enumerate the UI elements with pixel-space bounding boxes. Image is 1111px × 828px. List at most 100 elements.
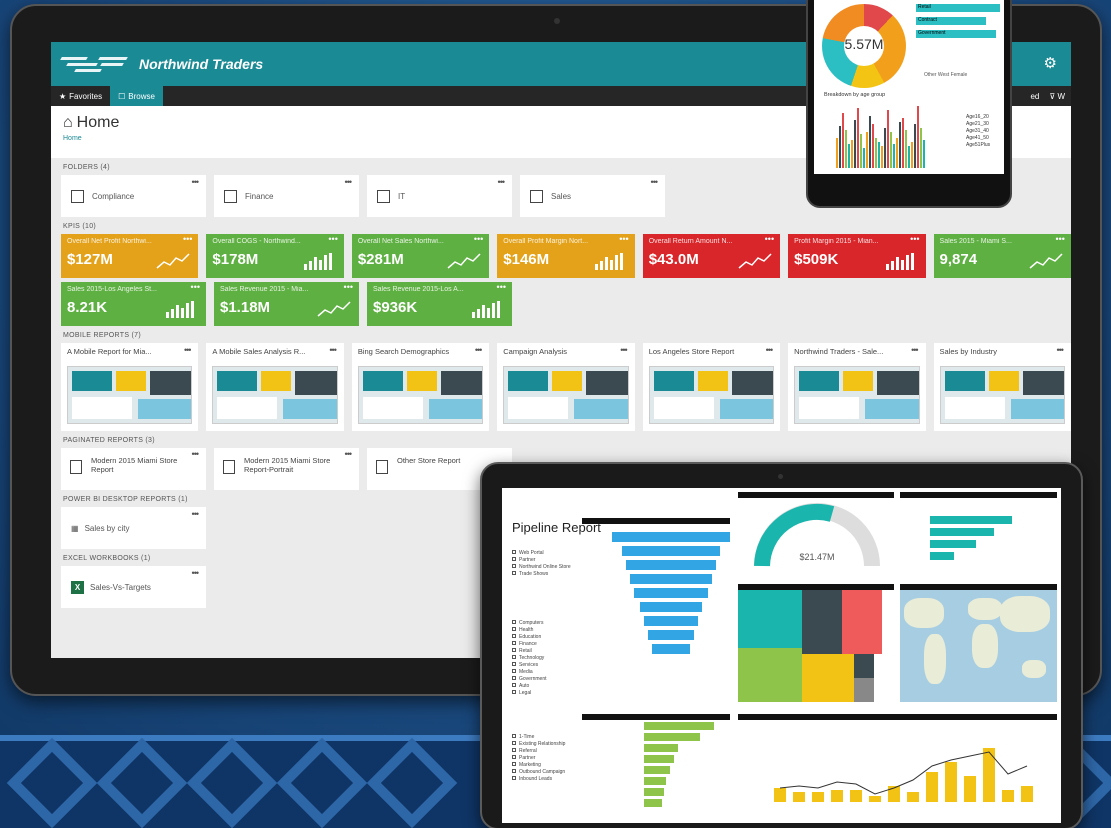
folder-tile[interactable]: Finance ••• — [214, 175, 359, 217]
checkbox-icon[interactable] — [512, 734, 516, 738]
more-icon[interactable]: ••• — [344, 282, 353, 292]
mobile-report-tile[interactable]: Northwind Traders - Sale... ••• — [788, 343, 926, 431]
slicer-item[interactable]: Legal — [512, 690, 547, 697]
slicer-item[interactable]: Services — [512, 662, 547, 669]
slicer-item[interactable]: Existing Relationship — [512, 741, 565, 748]
more-icon[interactable]: ••• — [619, 234, 628, 244]
more-icon[interactable]: ••• — [766, 345, 774, 355]
mobile-report-tile[interactable]: Los Angeles Store Report ••• — [642, 343, 781, 431]
more-icon[interactable]: ••• — [497, 282, 506, 292]
slicer-item[interactable]: Northwind Online Store — [512, 564, 571, 571]
filter-icon[interactable]: ⊽ W — [1049, 92, 1065, 101]
slicer-item[interactable]: Retail — [512, 648, 547, 655]
kpi-tile[interactable]: Sales 2015 - Miami S... 9,874 ••• — [933, 234, 1071, 278]
kpi-tile[interactable]: Sales Revenue 2015-Los A... $936K ••• — [367, 282, 512, 326]
slicer-item[interactable]: Education — [512, 634, 547, 641]
checkbox-icon[interactable] — [512, 564, 516, 568]
slicer-item[interactable]: Finance — [512, 641, 547, 648]
checkbox-icon[interactable] — [512, 683, 516, 687]
more-icon[interactable]: ••• — [620, 345, 628, 355]
more-icon[interactable]: ••• — [192, 177, 200, 187]
more-icon[interactable]: ••• — [192, 450, 200, 459]
slicer-item[interactable]: Web Portal — [512, 550, 571, 557]
more-icon[interactable]: ••• — [345, 177, 353, 187]
more-icon[interactable]: ••• — [328, 234, 337, 244]
slicer-item[interactable]: Trade Shows — [512, 571, 571, 578]
kpi-tile[interactable]: Overall Profit Margin Nort... $146M ••• — [497, 234, 635, 278]
excel-workbook-tile[interactable]: X Sales-Vs-Targets ••• — [61, 566, 206, 608]
kpi-tile[interactable]: Profit Margin 2015 - Mian... $509K ••• — [788, 234, 926, 278]
slicer-item[interactable]: Government — [512, 676, 547, 683]
nav-browse[interactable]: ☐ Browse — [110, 86, 163, 106]
checkbox-icon[interactable] — [512, 762, 516, 766]
checkbox-icon[interactable] — [512, 690, 516, 694]
checkbox-icon[interactable] — [512, 669, 516, 673]
more-icon[interactable]: ••• — [184, 345, 192, 355]
slicer-item[interactable]: Marketing — [512, 762, 565, 769]
slicer-item[interactable]: Referral — [512, 748, 565, 755]
more-icon[interactable]: ••• — [183, 234, 192, 244]
checkbox-icon[interactable] — [512, 676, 516, 680]
checkbox-icon[interactable] — [512, 634, 516, 638]
checkbox-icon[interactable] — [512, 748, 516, 752]
paginated-report-tile[interactable]: Modern 2015 Miami Store Report ••• — [61, 448, 206, 490]
slicer-item[interactable]: Computers — [512, 620, 547, 627]
slicer-item[interactable]: Inbound Leads — [512, 776, 565, 783]
checkbox-icon[interactable] — [512, 550, 516, 554]
more-icon[interactable]: ••• — [765, 234, 774, 244]
kpi-tile[interactable]: Overall Return Amount N... $43.0M ••• — [642, 234, 781, 278]
more-icon[interactable]: ••• — [474, 234, 483, 244]
more-icon[interactable]: ••• — [192, 568, 200, 578]
kpi-tile[interactable]: Sales 2015-Los Angeles St... 8.21K ••• — [61, 282, 206, 326]
nav-favorites[interactable]: ★ Favorites — [51, 86, 110, 106]
kpi-tile[interactable]: Sales Revenue 2015 - Mia... $1.18M ••• — [214, 282, 359, 326]
folder-tile[interactable]: Sales ••• — [520, 175, 665, 217]
checkbox-icon[interactable] — [512, 648, 516, 652]
more-icon[interactable]: ••• — [329, 345, 337, 355]
folder-tile[interactable]: IT ••• — [367, 175, 512, 217]
more-icon[interactable]: ••• — [1056, 234, 1065, 244]
checkbox-icon[interactable] — [512, 620, 516, 624]
mobile-report-tile[interactable]: Campaign Analysis ••• — [497, 343, 635, 431]
slicer-item[interactable]: Technology — [512, 655, 547, 662]
nav-right-item[interactable]: ed — [1030, 92, 1039, 101]
more-icon[interactable]: ••• — [475, 345, 483, 355]
slicer-item[interactable]: Auto — [512, 683, 547, 690]
mobile-report-tile[interactable]: A Mobile Sales Analysis R... ••• — [206, 343, 344, 431]
slicer-item[interactable]: Partner — [512, 755, 565, 762]
checkbox-icon[interactable] — [512, 627, 516, 631]
slicer-item[interactable]: 1-Time — [512, 734, 565, 741]
more-icon[interactable]: ••• — [651, 177, 659, 187]
checkbox-icon[interactable] — [512, 662, 516, 666]
more-icon[interactable]: ••• — [191, 282, 200, 292]
more-icon[interactable]: ••• — [1057, 345, 1065, 355]
slicer-item[interactable]: Outbound Campaign — [512, 769, 565, 776]
slicer-item[interactable]: Media — [512, 669, 547, 676]
kpi-tile[interactable]: Overall Net Sales Northwi... $281M ••• — [351, 234, 490, 278]
checkbox-icon[interactable] — [512, 776, 516, 780]
more-icon[interactable]: ••• — [192, 509, 200, 519]
paginated-report-tile[interactable]: Modern 2015 Miami Store Report-Portrait •… — [214, 448, 359, 490]
pbi-report-tile[interactable]: ▦ Sales by city ••• — [61, 507, 206, 549]
checkbox-icon[interactable] — [512, 557, 516, 561]
checkbox-icon[interactable] — [512, 741, 516, 745]
mobile-report-tile[interactable]: A Mobile Report for Mia... ••• — [61, 343, 199, 431]
checkbox-icon[interactable] — [512, 571, 516, 575]
kpi-tile[interactable]: Overall Net Profit Northwi... $127M ••• — [61, 234, 199, 278]
more-icon[interactable]: ••• — [345, 450, 353, 459]
slicer-item[interactable]: Health — [512, 627, 547, 634]
gear-icon[interactable]: ⚙ — [1044, 54, 1057, 72]
mobile-report-tile[interactable]: Bing Search Demographics ••• — [351, 343, 490, 431]
more-icon[interactable]: ••• — [498, 177, 506, 187]
kpi-tile[interactable]: Overall COGS - Northwind... $178M ••• — [206, 234, 344, 278]
mobile-report-tile[interactable]: Sales by Industry ••• — [933, 343, 1071, 431]
combo-bar — [907, 792, 919, 802]
checkbox-icon[interactable] — [512, 655, 516, 659]
checkbox-icon[interactable] — [512, 769, 516, 773]
slicer-item[interactable]: Partner — [512, 557, 571, 564]
checkbox-icon[interactable] — [512, 641, 516, 645]
checkbox-icon[interactable] — [512, 755, 516, 759]
folder-tile[interactable]: Compliance ••• — [61, 175, 206, 217]
more-icon[interactable]: ••• — [911, 345, 919, 355]
more-icon[interactable]: ••• — [910, 234, 919, 244]
